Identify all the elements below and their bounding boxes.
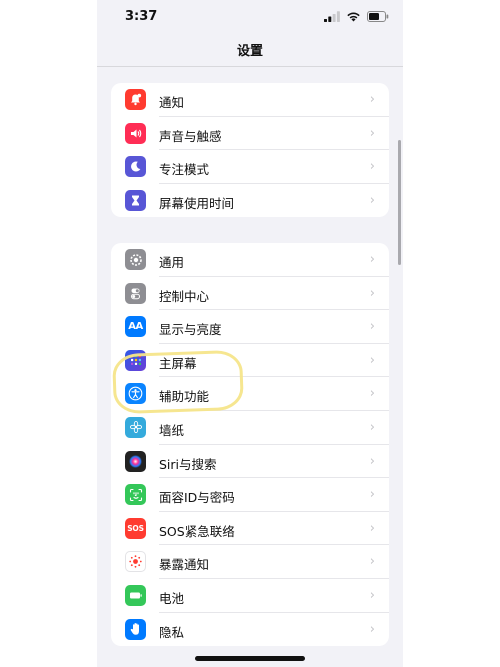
settings-item-sounds[interactable]: 声音与触感 › (111, 117, 389, 151)
settings-item-label: 声音与触感 (159, 128, 222, 144)
settings-item-label: 通知 (159, 95, 185, 110)
settings-item-battery[interactable]: 电池 › (111, 579, 389, 613)
page-title: 设置 (236, 44, 263, 59)
accessibility-icon (125, 383, 146, 405)
settings-item-label: 辅助功能 (159, 389, 210, 405)
cellular-signal-icon (324, 11, 340, 22)
hand-icon (125, 618, 146, 640)
toggles-icon (125, 282, 146, 304)
chevron-right-icon: › (369, 587, 375, 603)
chevron-right-icon: › (369, 92, 375, 107)
settings-item-label: 显示与亮度 (159, 322, 222, 338)
home-grid-icon (125, 349, 146, 371)
wifi-icon (347, 12, 360, 22)
chevron-right-icon: › (369, 520, 375, 536)
header-divider (97, 66, 403, 67)
battery-icon (125, 584, 146, 606)
chevron-right-icon: › (369, 252, 375, 267)
battery-status-icon (367, 11, 389, 22)
settings-item-label: 电池 (159, 590, 185, 606)
settings-item-label: 专注模式 (159, 162, 210, 178)
chevron-right-icon: › (369, 159, 375, 175)
settings-item-label: 控制中心 (159, 288, 210, 304)
chevron-right-icon: › (369, 554, 375, 570)
settings-item-label: Siri与搜索 (159, 456, 217, 472)
settings-item-label: SOS紧急联络 (159, 523, 235, 539)
chevron-right-icon: › (369, 419, 375, 435)
gear-icon (125, 249, 146, 270)
settings-item-label: 隐私 (159, 624, 185, 640)
settings-item-privacy[interactable]: 隐私 › (111, 613, 389, 647)
settings-item-screen-time[interactable]: 屏幕使用时间 › (111, 184, 389, 218)
settings-group-general: 通用 › 控制中心 › AA 显示与亮度 › 主屏幕 › 辅助功能 › 墙纸 ›… (111, 243, 389, 647)
bell-badge-icon (125, 89, 146, 110)
settings-screen: 3:37 设置 通知 › 声音与触感 › 专注模式 › 屏幕使用时间 › 通用 … (97, 0, 403, 667)
chevron-right-icon: › (369, 386, 375, 402)
settings-item-focus[interactable]: 专注模式 › (111, 150, 389, 184)
chevron-right-icon: › (369, 192, 375, 208)
settings-item-label: 主屏幕 (159, 355, 197, 371)
speaker-icon (125, 122, 146, 144)
settings-item-accessibility[interactable]: 辅助功能 › (111, 377, 389, 411)
settings-item-face-id[interactable]: 面容ID与密码 › (111, 478, 389, 512)
text-size-icon: AA (125, 316, 146, 338)
hourglass-icon (125, 189, 146, 211)
settings-item-notifications[interactable]: 通知 › (111, 83, 389, 117)
settings-item-label: 通用 (159, 255, 185, 270)
flower-icon (125, 416, 146, 438)
settings-item-general[interactable]: 通用 › (111, 243, 389, 277)
home-indicator[interactable] (195, 656, 305, 661)
moon-icon (125, 156, 146, 178)
settings-item-display[interactable]: AA 显示与亮度 › (111, 310, 389, 344)
status-bar: 3:37 (97, 0, 403, 34)
status-time: 3:37 (125, 9, 158, 24)
settings-item-exposure-notifications[interactable]: 暴露通知 › (111, 545, 389, 579)
face-id-icon (125, 484, 146, 506)
siri-icon (125, 450, 146, 472)
exposure-icon (125, 551, 146, 573)
settings-item-emergency-sos[interactable]: SOS SOS紧急联络 › (111, 512, 389, 546)
chevron-right-icon: › (369, 285, 375, 301)
sos-glyph: SOS (127, 523, 144, 533)
settings-group-notifications: 通知 › 声音与触感 › 专注模式 › 屏幕使用时间 › (111, 83, 389, 218)
settings-item-siri[interactable]: Siri与搜索 › (111, 445, 389, 479)
chevron-right-icon: › (369, 621, 375, 637)
settings-item-label: 墙纸 (159, 422, 185, 438)
settings-item-home-screen[interactable]: 主屏幕 › (111, 344, 389, 378)
settings-item-label: 屏幕使用时间 (159, 195, 235, 211)
chevron-right-icon: › (369, 125, 375, 141)
settings-item-label: 暴露通知 (159, 557, 210, 573)
scroll-indicator[interactable] (398, 140, 401, 265)
settings-item-wallpaper[interactable]: 墙纸 › (111, 411, 389, 445)
chevron-right-icon: › (369, 352, 375, 368)
chevron-right-icon: › (369, 453, 375, 469)
settings-item-control-center[interactable]: 控制中心 › (111, 277, 389, 311)
chevron-right-icon: › (369, 487, 375, 503)
text-size-glyph: AA (128, 321, 143, 333)
status-icons (324, 11, 389, 22)
settings-item-label: 面容ID与密码 (159, 490, 235, 506)
sos-icon: SOS (125, 517, 146, 539)
chevron-right-icon: › (369, 319, 375, 335)
